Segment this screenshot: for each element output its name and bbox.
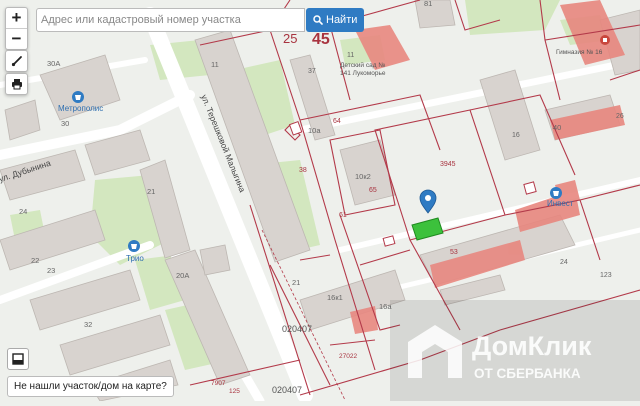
parcel-label-65: 65 <box>369 187 377 194</box>
house-number-22: 22 <box>31 256 39 265</box>
parcel-label-3945: 3945 <box>440 161 456 168</box>
block-number-25: 25 <box>283 31 297 46</box>
poi-label-kindergarten-line2: 141 Лукоморье <box>340 70 386 77</box>
parcel-label-38: 38 <box>299 167 307 174</box>
parcel-label-7907: 7907 <box>211 380 226 387</box>
zoom-out-button[interactable]: − <box>6 28 27 49</box>
printer-icon <box>11 79 22 90</box>
house-number-30a: 30А <box>47 59 60 68</box>
gymnasium-poi-icon[interactable] <box>600 35 610 45</box>
house-number-32: 32 <box>84 320 92 329</box>
parcel-label-53: 53 <box>450 249 458 256</box>
not-found-parcel-button[interactable]: Не нашли участок/дом на карте? <box>7 376 174 397</box>
layers-toggle-button[interactable] <box>7 348 29 370</box>
block-number-45: 45 <box>312 31 330 48</box>
house-number-30: 30 <box>61 119 69 128</box>
search-bar: Найти <box>36 8 365 32</box>
parcel-label-64: 64 <box>333 118 341 125</box>
zoom-control: + − <box>5 7 28 50</box>
house-number-24: 24 <box>19 207 27 216</box>
house-number-21: 21 <box>147 187 155 196</box>
address-search-input[interactable] <box>36 8 305 32</box>
parcel-label-020407-b: 020407 <box>272 385 302 395</box>
poi-label-gymnasium: Гимназия № 16 <box>556 49 603 56</box>
poi-label-kindergarten-line1: Детский сад № <box>340 61 385 69</box>
house-number-23: 23 <box>47 266 55 275</box>
parcel-label-11: 11 <box>347 52 354 59</box>
poi-label-invest: Инвест <box>547 199 574 208</box>
domclick-logo: ДомКлик ОТ СБЕРБАНКА <box>408 325 592 381</box>
house-number-20a: 20А <box>176 271 189 280</box>
search-icon <box>313 15 323 25</box>
invest-poi-icon[interactable] <box>550 187 562 199</box>
zoom-in-button[interactable]: + <box>6 8 27 28</box>
search-button[interactable]: Найти <box>306 8 365 32</box>
domclick-watermark: ДомКлик ОТ СБЕРБАНКА <box>390 300 640 401</box>
parcel-label-61: 61 <box>339 212 347 219</box>
layers-icon <box>12 353 24 365</box>
house-number-81: 81 <box>424 0 432 8</box>
parcel-label-27022: 27022 <box>339 353 357 360</box>
ruler-icon <box>11 56 22 67</box>
house-number-40: 40 <box>553 123 561 132</box>
metropolis-poi-icon[interactable] <box>72 91 84 103</box>
house-number-11: 11 <box>211 60 219 69</box>
house-number-16k1: 16к1 <box>327 293 343 302</box>
poi-label-metropolis: Метрополис <box>58 104 103 113</box>
house-number-10a: 10а <box>308 126 321 135</box>
draw-tool-button[interactable] <box>5 50 28 72</box>
watermark-tagline: ОТ СБЕРБАНКА <box>474 366 581 381</box>
parcel-label-37: 37 <box>308 68 316 75</box>
house-number-10k2: 10к2 <box>355 172 371 181</box>
search-button-label: Найти <box>326 14 358 26</box>
parcel-label-26: 26 <box>616 113 624 120</box>
parcel-label-16: 16 <box>512 132 520 139</box>
parcel-label-020407-a: 020407 <box>282 324 312 334</box>
print-button[interactable] <box>5 73 28 95</box>
parcel-label-123: 123 <box>600 272 612 279</box>
trio-poi-icon[interactable] <box>128 240 140 252</box>
parcel-label-125: 125 <box>229 388 240 395</box>
poi-label-trio: Трио <box>126 254 144 263</box>
parcel-label-24: 24 <box>560 259 568 266</box>
house-number-21b: 21 <box>292 278 300 287</box>
watermark-brand: ДомКлик <box>472 331 592 361</box>
